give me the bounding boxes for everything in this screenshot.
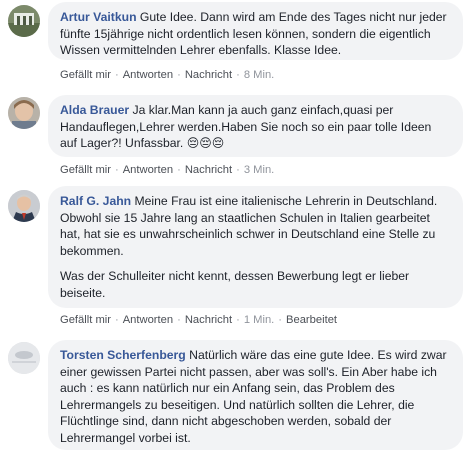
- separator: ·: [114, 164, 119, 176]
- like-link[interactable]: Gefällt mir: [60, 314, 111, 326]
- separator: ·: [177, 314, 181, 326]
- comment-bubble: Ralf G. Jahn Meine Frau ist eine italien…: [48, 186, 463, 308]
- profile-photo-icon: [8, 5, 40, 37]
- avatar[interactable]: [8, 190, 40, 222]
- comment-actions: Gefällt mir · Antworten · Nachricht · 3 Min.: [60, 164, 274, 176]
- separator: ·: [177, 164, 181, 176]
- separator: ·: [278, 314, 283, 326]
- profile-photo-icon: [8, 97, 40, 129]
- separator: ·: [114, 69, 119, 81]
- message-link[interactable]: Nachricht: [185, 164, 232, 176]
- message-link[interactable]: Nachricht: [185, 69, 232, 81]
- comment-timestamp[interactable]: 3 Min.: [244, 164, 274, 176]
- comment-bubble: Artur Vaitkun Gute Idee. Dann wird am En…: [48, 2, 463, 60]
- message-link[interactable]: Nachricht: [185, 314, 232, 326]
- avatar[interactable]: [8, 342, 40, 374]
- default-profile-icon: [8, 342, 40, 374]
- like-link[interactable]: Gefällt mir: [60, 69, 111, 81]
- separator: ·: [177, 69, 181, 81]
- comment-text: Natürlich wäre das eine gute Idee. Es wi…: [60, 348, 447, 445]
- comment-text-paragraph: Was der Schulleiter nicht kennt, dessen …: [60, 269, 410, 300]
- pensive-face-emoji: 😔😔😔: [186, 136, 225, 150]
- comment-bubble: Alda Brauer Ja klar.Man kann ja auch gan…: [48, 95, 463, 157]
- avatar[interactable]: [8, 5, 40, 37]
- edited-link[interactable]: Bearbeitet: [286, 314, 337, 326]
- comment-author[interactable]: Ralf G. Jahn: [60, 194, 131, 208]
- separator: ·: [236, 164, 240, 176]
- comment-actions: Gefällt mir · Antworten · Nachricht · 1 Min. · B…: [60, 314, 337, 326]
- avatar[interactable]: [8, 97, 40, 129]
- comment-bubble: Torsten Scherfenberg Natürlich wäre das …: [48, 340, 463, 450]
- comment-author[interactable]: Alda Brauer: [60, 103, 129, 117]
- like-link[interactable]: Gefällt mir: [60, 164, 111, 176]
- separator: ·: [114, 314, 119, 326]
- separator: ·: [236, 314, 240, 326]
- comment-timestamp[interactable]: 1 Min.: [244, 314, 274, 326]
- comment-timestamp[interactable]: 8 Min.: [244, 69, 274, 81]
- reply-link[interactable]: Antworten: [123, 69, 173, 81]
- separator: ·: [236, 69, 240, 81]
- reply-link[interactable]: Antworten: [123, 314, 173, 326]
- reply-link[interactable]: Antworten: [123, 164, 173, 176]
- profile-photo-icon: [8, 190, 40, 222]
- comment-actions: Gefällt mir · Antworten · Nachricht · 8 Min.: [60, 69, 274, 81]
- comment-author[interactable]: Artur Vaitkun: [60, 10, 137, 24]
- comment-author[interactable]: Torsten Scherfenberg: [60, 348, 186, 362]
